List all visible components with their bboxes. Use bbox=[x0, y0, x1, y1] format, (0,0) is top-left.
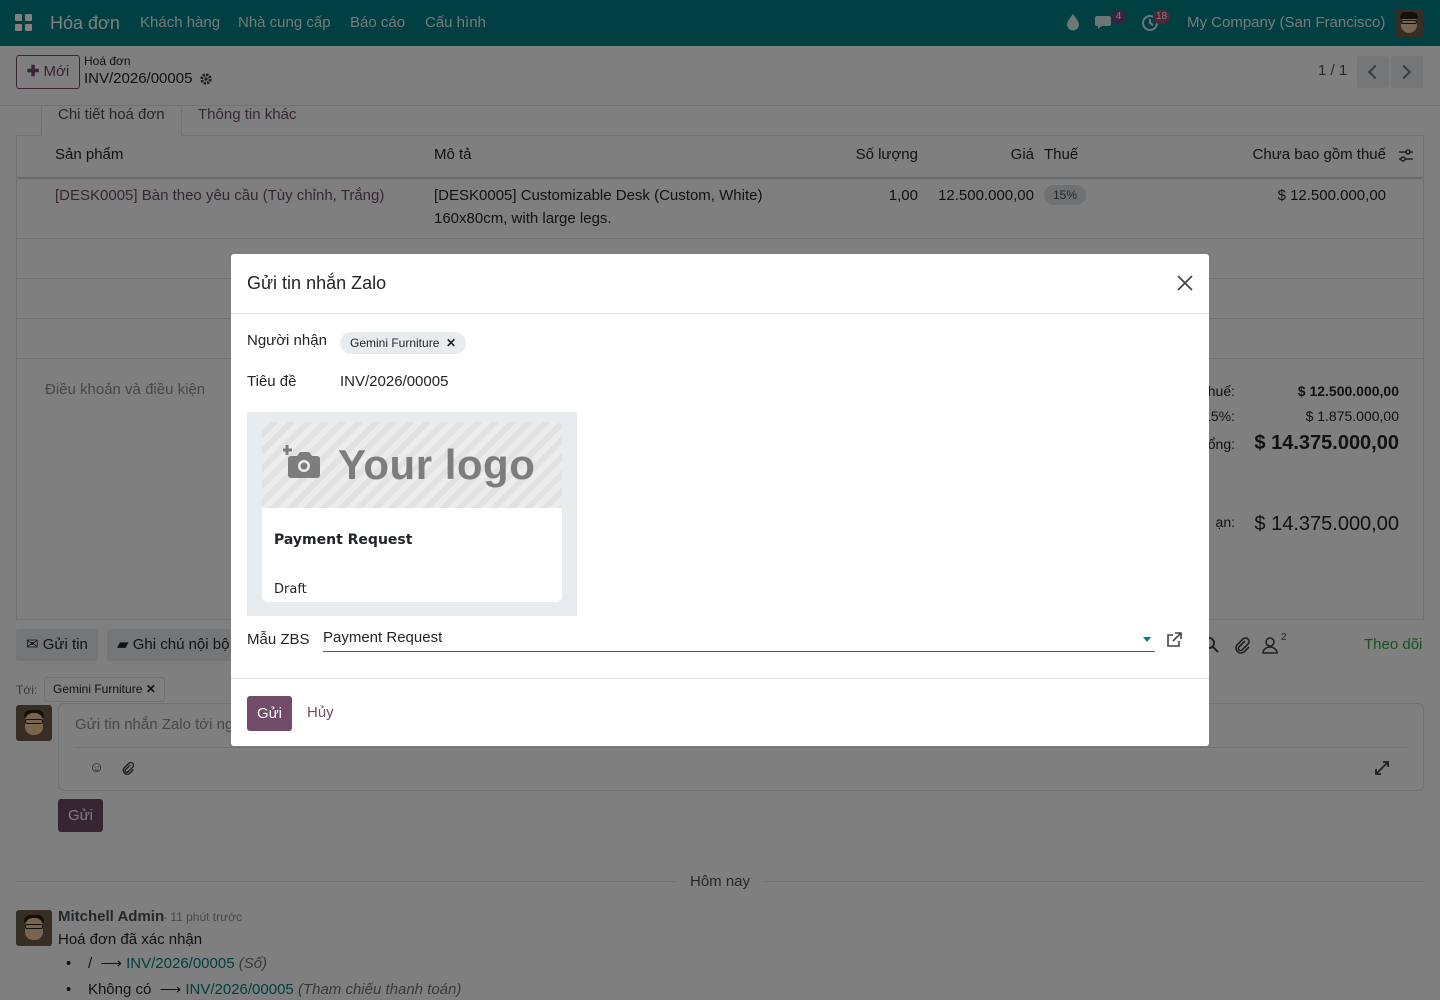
preview-heading: Payment Request bbox=[274, 532, 413, 548]
template-value: Payment Request bbox=[323, 629, 443, 646]
template-label: Mẫu ZBS bbox=[247, 631, 310, 648]
send-button[interactable]: Gửi bbox=[247, 696, 292, 731]
dialog-footer: Gửi Hủy bbox=[231, 678, 1209, 746]
recipient-label: Người nhận bbox=[247, 332, 327, 349]
message-preview: Your logo Payment Request Draft bbox=[247, 412, 577, 616]
logo-text: Your logo bbox=[338, 441, 536, 488]
zalo-message-dialog: Gửi tin nhắn Zalo Người nhận Gemini Furn… bbox=[231, 254, 1209, 746]
preview-status: Draft bbox=[274, 582, 307, 597]
recipient-tag-name: Gemini Furniture bbox=[350, 336, 440, 350]
external-link-icon[interactable] bbox=[1166, 632, 1182, 648]
camera-icon bbox=[283, 445, 320, 478]
template-select[interactable]: Payment Request bbox=[323, 626, 1155, 652]
recipient-tag: Gemini Furniture ✕ bbox=[340, 332, 467, 354]
subject-label: Tiêu đề bbox=[247, 373, 297, 390]
dialog-header: Gửi tin nhắn Zalo bbox=[231, 254, 1209, 314]
logo-placeholder: Your logo bbox=[262, 422, 562, 508]
remove-icon[interactable]: ✕ bbox=[443, 336, 456, 350]
cancel-button[interactable]: Hủy bbox=[307, 704, 334, 721]
subject-input[interactable]: INV/2026/00005 bbox=[340, 373, 448, 390]
caret-down-icon bbox=[1143, 637, 1151, 642]
dialog-title: Gửi tin nhắn Zalo bbox=[247, 273, 387, 293]
close-icon[interactable] bbox=[1177, 275, 1193, 291]
preview-card: Your logo Payment Request Draft bbox=[262, 422, 562, 602]
